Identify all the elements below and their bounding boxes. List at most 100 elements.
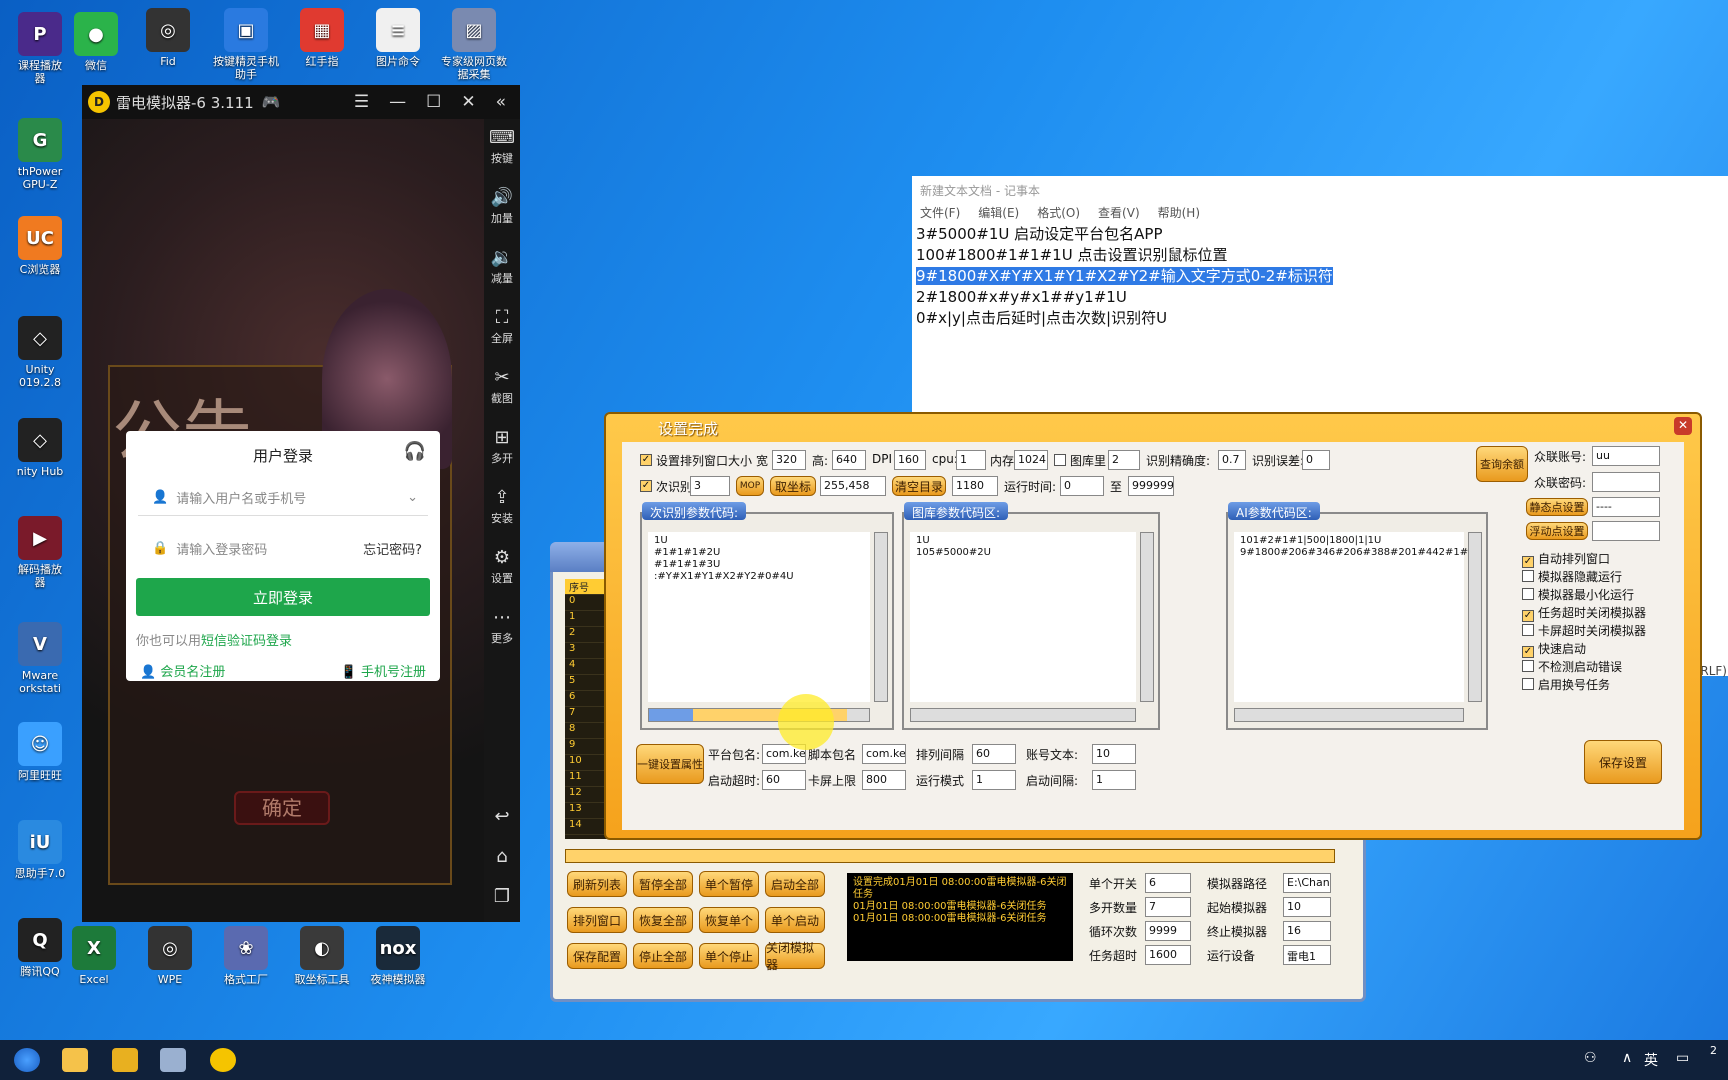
field-input[interactable]: E:\Chang xyxy=(1283,873,1331,893)
freeze-limit-input[interactable]: 800 xyxy=(862,770,906,790)
control-button[interactable]: 恢复单个 xyxy=(699,907,759,933)
option-checkbox[interactable]: ✓ xyxy=(1522,610,1534,622)
minimize-icon[interactable]: — xyxy=(389,92,406,112)
gallery-code-textarea[interactable]: 1U 105#5000#2U xyxy=(910,532,1136,702)
forgot-password-link[interactable]: 忘记密码? xyxy=(363,539,422,558)
headset-icon[interactable]: 🎧 xyxy=(404,441,426,462)
option-checkbox-row[interactable]: 不检测启动错误 xyxy=(1522,658,1622,675)
menu-format[interactable]: 格式(O) xyxy=(1037,204,1080,222)
menu-icon[interactable]: ☰ xyxy=(354,92,369,112)
field-input[interactable]: 10 xyxy=(1283,897,1331,917)
ai-code-textarea[interactable]: 101#2#1#1|500|1800|1|1U 9#1800#206#346#2… xyxy=(1234,532,1482,702)
start-icon[interactable] xyxy=(14,1048,40,1072)
home-icon[interactable]: ⌂ xyxy=(484,837,520,877)
sidebar-item[interactable]: ⇪ 安装 xyxy=(484,479,520,539)
emulator-taskbar-icon[interactable] xyxy=(210,1048,236,1072)
recent-apps-icon[interactable]: ❐ xyxy=(484,877,520,917)
sidebar-item[interactable]: ⋯ 更多 xyxy=(484,599,520,659)
option-checkbox-row[interactable]: ✓ 任务超时关闭模拟器 xyxy=(1522,604,1646,622)
sidebar-item[interactable]: ⛶ 全屏 xyxy=(484,299,520,359)
sidebar-item[interactable]: ⌨ 按键 xyxy=(484,119,520,179)
option-checkbox-row[interactable]: 启用换号任务 xyxy=(1522,676,1610,693)
horizontal-scrollbar[interactable] xyxy=(648,708,870,722)
sidebar-item[interactable]: ⚙ 设置 xyxy=(484,539,520,599)
notification-icon[interactable]: ▭ xyxy=(1676,1050,1689,1066)
chevron-down-icon[interactable]: ⌄ xyxy=(407,490,418,505)
control-button[interactable]: 保存配置 xyxy=(567,943,627,969)
emulator-window[interactable]: D 雷电模拟器-6 3.111 🎮 ☰ — ☐ ✕ « 公告 用户登录 🎧 👤请… xyxy=(82,85,520,922)
settings-window[interactable]: 设置完成 ✕ ✓ 设置排列窗口大小 宽 320 高: 640 DPI 160 c… xyxy=(604,412,1702,840)
field-input[interactable]: 1600 xyxy=(1145,945,1191,965)
desktop-icon[interactable]: ◎ WPE xyxy=(130,926,210,986)
option-checkbox-row[interactable]: 卡屏超时关闭模拟器 xyxy=(1522,622,1646,639)
notepad-text[interactable]: 3#5000#1U 启动设定平台包名APP 100#1800#1#1#1U 点击… xyxy=(912,224,1728,329)
password-input[interactable]: 🔒 请输入登录密码 忘记密码? xyxy=(138,530,428,566)
gallery-checkbox[interactable] xyxy=(1054,454,1066,466)
desktop-icon[interactable]: ≡ 图片命令 xyxy=(358,8,438,68)
zhonglian-account-input[interactable]: uu xyxy=(1592,446,1660,466)
login-button[interactable]: 立即登录 xyxy=(136,578,430,616)
collapse-icon[interactable]: « xyxy=(496,92,506,112)
gamepad-icon[interactable]: 🎮 xyxy=(262,93,281,111)
control-button[interactable]: 单个启动 xyxy=(765,907,825,933)
start-timeout-input[interactable]: 60 xyxy=(762,770,806,790)
field-input[interactable]: 7 xyxy=(1145,897,1191,917)
coord-input[interactable]: 255,458 xyxy=(820,476,886,496)
sidebar-item[interactable]: ✂ 截图 xyxy=(484,359,520,419)
option-checkbox-row[interactable]: 模拟器隐藏运行 xyxy=(1522,568,1622,585)
dpi-input[interactable]: 160 xyxy=(894,450,926,470)
menu-view[interactable]: 查看(V) xyxy=(1098,204,1140,222)
desktop-icon[interactable]: ▣ 按键精灵手机 助手 xyxy=(206,8,286,81)
mop-button[interactable]: MOP xyxy=(736,476,764,496)
maximize-icon[interactable]: ☐ xyxy=(426,92,441,112)
app-icon[interactable] xyxy=(112,1048,138,1072)
explorer-icon[interactable] xyxy=(62,1048,88,1072)
horizontal-scrollbar[interactable] xyxy=(910,708,1136,722)
desktop-icon[interactable]: GthPower GPU-Z xyxy=(0,118,80,191)
option-checkbox[interactable]: ✓ xyxy=(1522,646,1534,658)
desktop-icon[interactable]: ◇ nity Hub xyxy=(0,418,80,478)
desktop-icon[interactable]: X Excel xyxy=(54,926,134,986)
desktop-icon[interactable]: ❀ 格式工厂 xyxy=(206,926,286,986)
control-button[interactable]: 关闭模拟器 xyxy=(765,941,825,972)
field-input[interactable]: 雷电1 xyxy=(1283,945,1331,965)
chevron-up-icon[interactable]: ∧ xyxy=(1622,1050,1632,1066)
accuracy-input[interactable]: 0.7 xyxy=(1218,450,1246,470)
field-input[interactable]: 9999 xyxy=(1145,921,1191,941)
horizontal-scrollbar[interactable] xyxy=(1234,708,1464,722)
recognize-code-textarea[interactable]: 1U #1#1#1#2U #1#1#1#3U :#Y#X1#Y1#X2#Y2#0… xyxy=(648,532,870,702)
member-register-link[interactable]: 👤 会员名注册 xyxy=(140,661,225,680)
field-input[interactable]: 6 xyxy=(1145,873,1191,893)
desktop-icon[interactable]: ◎ Fid xyxy=(128,8,208,68)
save-settings-button[interactable]: 保存设置 xyxy=(1584,740,1662,784)
ime-indicator[interactable]: 英 xyxy=(1644,1050,1658,1070)
static-point-button[interactable]: 静态点设置 xyxy=(1526,498,1588,516)
sms-login-link[interactable]: 短信验证码登录 xyxy=(201,634,292,649)
notepad-icon[interactable] xyxy=(160,1048,186,1072)
control-button[interactable]: 停止全部 xyxy=(633,943,693,969)
desktop-icon[interactable]: ◇ Unity 019.2.8 xyxy=(0,316,80,389)
menu-file[interactable]: 文件(F) xyxy=(920,204,960,222)
desktop-icon[interactable]: nox 夜神模拟器 xyxy=(358,926,438,986)
one-key-setup-button[interactable]: 一键设置属性 xyxy=(636,744,704,784)
option-checkbox[interactable] xyxy=(1522,678,1534,690)
emulator-screen[interactable]: 公告 用户登录 🎧 👤请输入用户名或手机号⌄ 🔒请输入登录密码忘记密码? 立即登… xyxy=(82,119,484,922)
script-package-input[interactable]: com.kep xyxy=(862,744,906,764)
confirm-button[interactable]: 确定 xyxy=(234,791,330,825)
recognize-count-input[interactable]: 3 xyxy=(690,476,730,496)
desktop-icon[interactable]: ◐ 取坐标工具 xyxy=(282,926,362,986)
start-interval-input[interactable]: 1 xyxy=(1092,770,1136,790)
back-icon[interactable]: ↩ xyxy=(484,797,520,837)
runtime-from-input[interactable]: 0 xyxy=(1060,476,1104,496)
control-button[interactable]: 单个停止 xyxy=(699,943,759,969)
cpu-input[interactable]: 1 xyxy=(956,450,986,470)
control-button[interactable]: 启动全部 xyxy=(765,871,825,897)
memory-input[interactable]: 1024 xyxy=(1014,450,1048,470)
phone-register-link[interactable]: 📱 手机号注册 xyxy=(341,661,426,680)
vertical-scrollbar[interactable] xyxy=(1468,532,1482,702)
option-checkbox-row[interactable]: ✓ 快速启动 xyxy=(1522,640,1586,658)
desktop-icon[interactable]: iU 思助手7.0 xyxy=(0,820,80,880)
desktop-icon[interactable]: ● 微信 xyxy=(56,12,136,72)
query-balance-button[interactable]: 查询余额 xyxy=(1476,446,1528,482)
table-hscrollbar[interactable] xyxy=(565,849,1335,863)
